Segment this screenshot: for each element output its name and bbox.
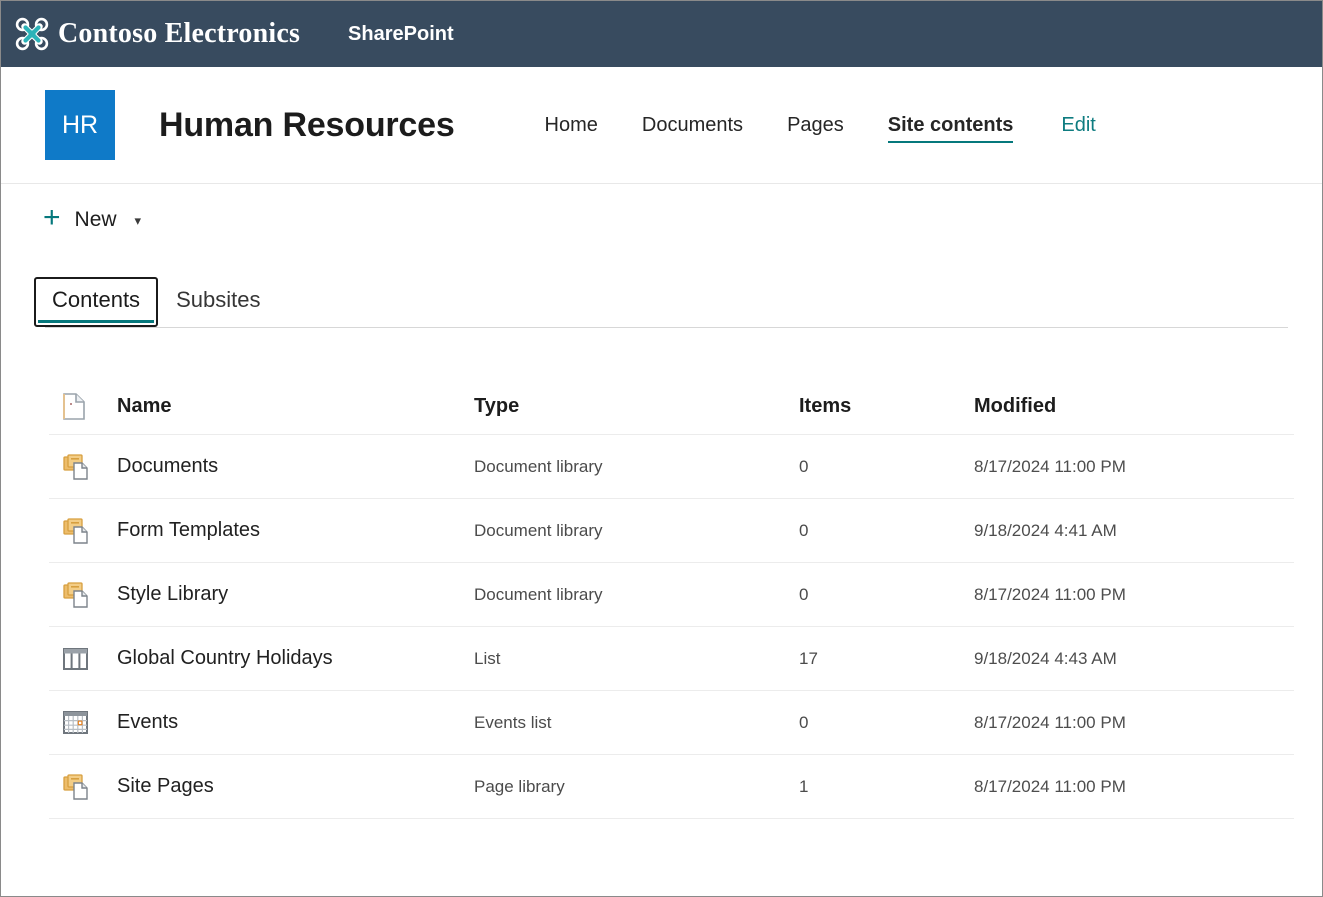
row-icon-cell: [49, 627, 117, 691]
site-contents-table: Name Type Items Modified: [49, 378, 1294, 819]
column-header-modified[interactable]: Modified: [974, 378, 1294, 435]
row-name[interactable]: Documents: [117, 435, 474, 499]
tab-contents[interactable]: Contents: [34, 277, 158, 327]
nav-item-documents[interactable]: Documents: [620, 103, 765, 147]
row-name[interactable]: Events: [117, 691, 474, 755]
nav-item-home[interactable]: Home: [523, 103, 620, 147]
new-button-label: New: [75, 208, 117, 232]
table-header-row: Name Type Items Modified: [49, 378, 1294, 435]
column-header-items[interactable]: Items: [799, 378, 974, 435]
document-library-icon: [63, 582, 91, 608]
row-icon-cell: [49, 755, 117, 819]
brand-area[interactable]: Contoso Electronics: [15, 17, 300, 51]
site-navigation: Home Documents Pages Site contents Edit: [523, 103, 1096, 147]
row-modified: 8/17/2024 11:00 PM: [974, 563, 1294, 627]
table-row[interactable]: Site Pages Page library 1 8/17/2024 11:0…: [49, 755, 1294, 819]
row-name[interactable]: Form Templates: [117, 499, 474, 563]
row-modified: 9/18/2024 4:43 AM: [974, 627, 1294, 691]
row-icon-cell: [49, 563, 117, 627]
new-button[interactable]: + New ▾: [43, 206, 141, 233]
table-row[interactable]: Global Country Holidays List 17 9/18/202…: [49, 627, 1294, 691]
site-logo[interactable]: HR: [45, 90, 115, 160]
row-items: 1: [799, 755, 974, 819]
brand-name: Contoso Electronics: [58, 18, 300, 50]
document-icon: [49, 393, 117, 420]
row-items: 0: [799, 435, 974, 499]
command-bar: + New ▾: [1, 184, 1322, 255]
column-header-icon: [49, 378, 117, 435]
table-row[interactable]: Form Templates Document library 0 9/18/2…: [49, 499, 1294, 563]
row-name[interactable]: Global Country Holidays: [117, 627, 474, 691]
row-type: Document library: [474, 563, 799, 627]
nav-item-pages[interactable]: Pages: [765, 103, 866, 147]
drone-icon: [15, 17, 49, 51]
row-items: 0: [799, 563, 974, 627]
table-body: Documents Document library 0 8/17/2024 1…: [49, 435, 1294, 819]
document-library-icon: [63, 518, 91, 544]
site-header: HR Human Resources Home Documents Pages …: [1, 67, 1322, 184]
tab-subsites[interactable]: Subsites: [158, 277, 278, 327]
table-row[interactable]: Documents Document library 0 8/17/2024 1…: [49, 435, 1294, 499]
row-name[interactable]: Style Library: [117, 563, 474, 627]
plus-icon: +: [43, 203, 61, 233]
table-row[interactable]: Style Library Document library 0 8/17/20…: [49, 563, 1294, 627]
column-header-type[interactable]: Type: [474, 378, 799, 435]
row-modified: 8/17/2024 11:00 PM: [974, 691, 1294, 755]
row-type: Events list: [474, 691, 799, 755]
suite-app-name[interactable]: SharePoint: [348, 23, 454, 46]
calendar-icon: [63, 711, 88, 734]
nav-item-site-contents[interactable]: Site contents: [866, 103, 1036, 147]
pivot-tabs: Contents Subsites: [1, 255, 1322, 327]
row-name[interactable]: Site Pages: [117, 755, 474, 819]
list-icon: [63, 648, 88, 670]
table-row[interactable]: Events Events list 0 8/17/2024 11:00 PM: [49, 691, 1294, 755]
row-icon-cell: [49, 499, 117, 563]
column-header-name[interactable]: Name: [117, 378, 474, 435]
row-type: List: [474, 627, 799, 691]
pivot-divider: [45, 327, 1288, 328]
row-type: Page library: [474, 755, 799, 819]
page-title: Human Resources: [159, 106, 455, 145]
document-library-icon: [63, 774, 91, 800]
sharepoint-site-contents-page: Contoso Electronics SharePoint HR Human …: [0, 0, 1323, 897]
row-type: Document library: [474, 499, 799, 563]
row-type: Document library: [474, 435, 799, 499]
row-items: 17: [799, 627, 974, 691]
row-modified: 9/18/2024 4:41 AM: [974, 499, 1294, 563]
row-modified: 8/17/2024 11:00 PM: [974, 435, 1294, 499]
site-contents-table-wrap: Name Type Items Modified: [1, 378, 1322, 819]
edit-link[interactable]: Edit: [1061, 114, 1095, 137]
suite-bar: Contoso Electronics SharePoint: [1, 1, 1322, 67]
row-items: 0: [799, 499, 974, 563]
row-icon-cell: [49, 691, 117, 755]
row-items: 0: [799, 691, 974, 755]
chevron-down-icon[interactable]: ▾: [135, 213, 142, 229]
row-modified: 8/17/2024 11:00 PM: [974, 755, 1294, 819]
row-icon-cell: [49, 435, 117, 499]
document-library-icon: [63, 454, 91, 480]
table-header: Name Type Items Modified: [49, 378, 1294, 435]
